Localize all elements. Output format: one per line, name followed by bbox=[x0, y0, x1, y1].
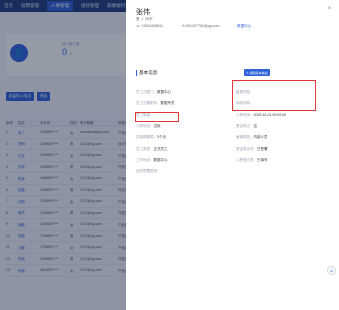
info-field: 员工类型：正式员工 bbox=[136, 147, 168, 152]
highlight-box-leaders bbox=[232, 80, 316, 111]
employee-phone: ☏ 13551508611 bbox=[136, 24, 164, 28]
info-field: 入职状态：试用 bbox=[136, 124, 161, 129]
field-value: 正式员工 bbox=[153, 146, 168, 151]
department-tag: 数据中心 bbox=[237, 24, 252, 28]
highlight-box-rank bbox=[135, 112, 179, 122]
field-label: 入职状态： bbox=[136, 123, 154, 128]
field-value: 数据中心 bbox=[157, 90, 171, 94]
field-label: 合同签署类型： bbox=[136, 169, 161, 174]
help-icon[interactable]: ☺ bbox=[327, 266, 336, 275]
field-value: 内部人员 bbox=[253, 135, 268, 140]
close-icon[interactable]: × bbox=[326, 6, 333, 13]
field-label: 员工类型： bbox=[136, 146, 154, 151]
field-label: 工作地点： bbox=[136, 157, 154, 162]
field-label: 员工归属门： bbox=[136, 90, 157, 94]
info-field: 入职时间：2025-10-01 00:00:00 bbox=[236, 113, 286, 118]
field-label: 试用期期限： bbox=[136, 135, 157, 140]
field-value: 3个月 bbox=[157, 135, 166, 140]
info-field: 合同签署类型： bbox=[136, 169, 161, 174]
employee-detail-drawer: × 张伟 男 丨 26岁 ☏ 13551508611 ✉ 651307752@q… bbox=[126, 0, 339, 310]
employee-meta: 男 丨 26岁 bbox=[136, 17, 153, 21]
field-label: 雇佣类型： bbox=[236, 135, 254, 140]
edit-basic-info-button[interactable]: ✎ 编辑基本信息 bbox=[244, 69, 270, 76]
field-label: 员工归属职务： bbox=[136, 101, 161, 106]
field-value: 已签署 bbox=[257, 146, 268, 151]
field-value: 试用 bbox=[153, 123, 161, 128]
employee-name: 张伟 bbox=[136, 9, 150, 16]
field-value: 已填写 bbox=[257, 157, 268, 162]
info-field: 入职登记表：已填写 bbox=[236, 158, 268, 163]
field-label: 是否转正： bbox=[236, 123, 254, 128]
field-label: 入职登记表： bbox=[236, 157, 257, 162]
info-field: 员工归属门：数据中心 bbox=[136, 90, 171, 95]
edit-icon: ✎ bbox=[246, 70, 249, 75]
info-field: 工作地点：数据中心 bbox=[136, 158, 168, 163]
info-field: 是否签合同：已签署 bbox=[236, 147, 268, 152]
employee-email: ✉ 651307752@qq.com bbox=[182, 24, 220, 28]
section-title: 基本信息 bbox=[136, 70, 157, 76]
info-field: 员工归属职务：数据专员 bbox=[136, 101, 175, 106]
info-field: 是否转正：否 bbox=[236, 124, 257, 129]
field-value: 2025-10-01 00:00:00 bbox=[253, 112, 287, 117]
info-field: 试用期期限：3个月 bbox=[136, 135, 166, 140]
info-field: 雇佣类型：内部人员 bbox=[236, 135, 268, 140]
field-value: 否 bbox=[253, 123, 258, 128]
field-label: 是否签合同： bbox=[236, 146, 257, 151]
field-value: 数据专员 bbox=[160, 101, 175, 106]
field-value: 数据中心 bbox=[153, 157, 168, 162]
field-label: 入职时间： bbox=[236, 112, 254, 117]
